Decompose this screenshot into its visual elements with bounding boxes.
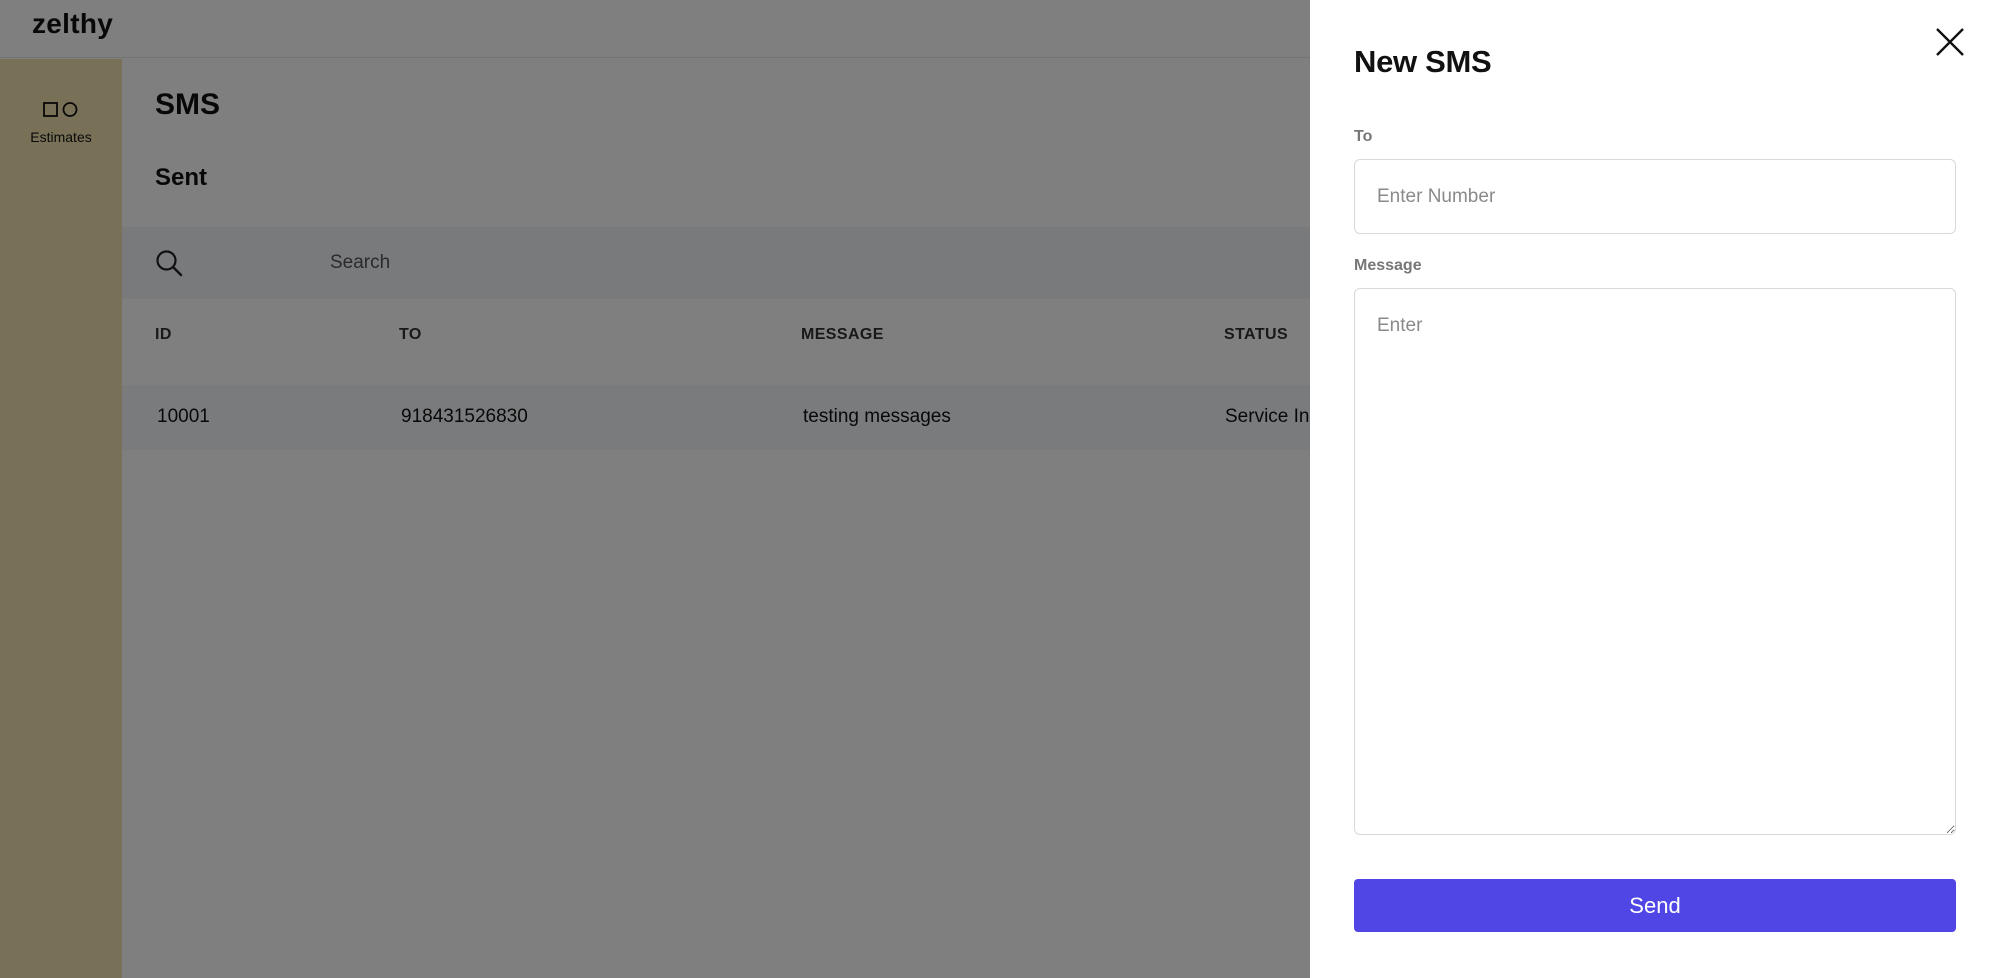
message-field[interactable]: [1354, 288, 1956, 835]
message-label: Message: [1354, 257, 1422, 274]
new-sms-drawer: New SMS To Message Send: [1310, 0, 1999, 978]
to-label: To: [1354, 128, 1373, 145]
send-button[interactable]: Send: [1354, 879, 1956, 932]
drawer-title: New SMS: [1354, 44, 1492, 79]
close-icon[interactable]: [1934, 26, 1966, 58]
to-number-field[interactable]: [1354, 159, 1956, 234]
